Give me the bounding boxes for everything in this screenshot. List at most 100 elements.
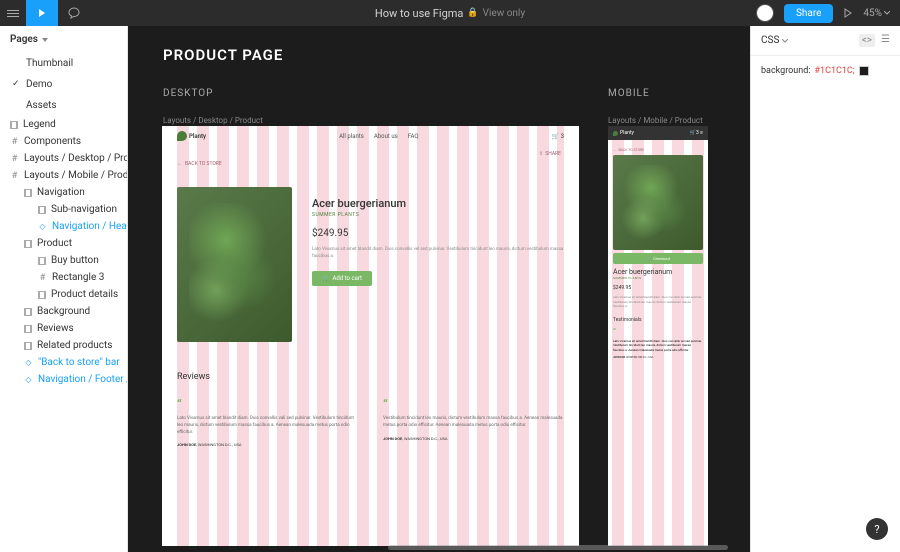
layer-label: Related products — [37, 340, 112, 351]
layer-label: Rectangle 3 — [52, 272, 104, 283]
list-view-icon[interactable]: ☰ — [881, 34, 890, 47]
canvas-title: PRODUCT PAGE — [163, 46, 283, 64]
inspect-panel: CSS <> ☰ background: #1C1C1C; — [750, 26, 900, 552]
review-author: JOHN DOE, WASHINGTON D.C., USA — [383, 436, 564, 441]
layer-label: Product — [37, 238, 72, 249]
product-category: SUMMER PLANTS — [613, 276, 703, 280]
zoom-value: 45% — [863, 8, 882, 19]
desktop-artboard[interactable]: Planty All plants About us FAQ 🛒 3 ← BAC… — [162, 126, 579, 546]
diamond-icon — [24, 358, 33, 367]
layer-row[interactable]: Background — [0, 303, 127, 320]
user-avatar[interactable] — [756, 4, 774, 22]
mobile-header: Planty 🛒3 ≡ — [608, 126, 708, 140]
mobile-artboard[interactable]: Planty 🛒3 ≡ ← BACK TO STORE 🛒 Checkout A… — [608, 126, 708, 546]
back-to-store-link: ← BACK TO STORE — [177, 161, 564, 167]
rect-icon — [24, 240, 32, 248]
rect-icon — [38, 206, 46, 214]
layer-row[interactable]: Navigation — [0, 184, 127, 201]
layer-row[interactable]: Components — [0, 133, 127, 150]
layer-label: Navigation / Head… — [52, 221, 127, 232]
layer-row[interactable]: Buy button — [0, 252, 127, 269]
layer-row[interactable]: Navigation / Footer / … — [0, 371, 127, 388]
css-value: #1C1C1C; — [814, 66, 854, 76]
reviews-heading: Reviews — [177, 372, 564, 382]
play-icon — [37, 8, 47, 18]
view-only-label: View only — [483, 8, 526, 19]
rect-icon — [24, 342, 32, 350]
layer-label: Components — [24, 136, 81, 147]
nav-link: All plants — [339, 133, 364, 140]
layer-label: Layouts / Desktop / Product — [24, 153, 127, 164]
product-name: Acer buergerianum — [312, 197, 564, 210]
review-author: JOHN DOE, WASHINGTON D.C., USA — [177, 442, 358, 447]
present-icon[interactable] — [843, 8, 853, 18]
layer-label: Product details — [51, 289, 118, 300]
main-menu-button[interactable] — [0, 0, 26, 26]
color-swatch — [859, 66, 869, 76]
product-price: $249.95 — [613, 285, 703, 291]
desktop-section-label: DESKTOP — [163, 88, 213, 99]
share-link: ⇪ SHARE — [539, 151, 561, 157]
nav-link: FAQ — [408, 133, 419, 140]
frame-icon — [38, 273, 47, 282]
share-button[interactable]: Share — [784, 4, 833, 23]
product-description: Lato Vivamus sit amet blandit diam. Duis… — [312, 247, 564, 261]
code-language-select[interactable]: CSS — [761, 35, 788, 46]
topbar-left — [0, 0, 90, 26]
lock-icon: 🔒 — [467, 8, 478, 18]
layer-label: Sub-navigation — [51, 204, 117, 215]
rect-icon — [38, 291, 46, 299]
mobile-section-label: MOBILE — [608, 88, 650, 99]
cart-indicator: 🛒3 ≡ — [690, 130, 703, 136]
help-button[interactable]: ? — [866, 518, 888, 540]
layer-row[interactable]: Rectangle 3 — [0, 269, 127, 286]
pages-header[interactable]: Pages — [0, 26, 127, 53]
code-view-icon[interactable]: <> — [859, 34, 875, 47]
desktop-header: Planty All plants About us FAQ 🛒 3 — [162, 126, 579, 146]
layer-row[interactable]: Navigation / Head… — [0, 218, 127, 235]
topbar: How to use Figma 🔒 View only Share 45% — [0, 0, 900, 26]
layer-row[interactable]: Product details — [0, 286, 127, 303]
quote-icon: “ — [383, 397, 564, 411]
layer-row[interactable]: Layouts / Desktop / Product — [0, 150, 127, 167]
layer-label: Buy button — [51, 255, 99, 266]
product-price: $249.95 — [312, 228, 564, 239]
layer-row[interactable]: Sub-navigation — [0, 201, 127, 218]
chevron-down-icon — [782, 39, 788, 43]
layer-row[interactable]: Legend — [0, 116, 127, 133]
layer-row[interactable]: "Back to store" bar — [0, 354, 127, 371]
layer-row[interactable]: Layouts / Mobile / Product — [0, 167, 127, 184]
layer-label: Legend — [23, 119, 56, 130]
reviews-row: “ Lato Vivamus sit amet blandit diam. Du… — [177, 397, 564, 447]
desktop-frame-label[interactable]: Layouts / Desktop / Product — [163, 116, 263, 125]
canvas[interactable]: PRODUCT PAGE DESKTOP MOBILE Layouts / De… — [128, 26, 750, 552]
file-title[interactable]: How to use Figma 🔒 View only — [375, 7, 525, 20]
move-tool-tab[interactable] — [26, 0, 58, 26]
inspect-header: CSS <> ☰ — [751, 26, 900, 56]
comment-tool-tab[interactable] — [58, 0, 90, 26]
layer-label: Layouts / Mobile / Product — [24, 170, 127, 181]
product-name: Acer buergerianum — [613, 268, 703, 276]
zoom-control[interactable]: 45% — [863, 8, 890, 19]
back-to-store-link: ← BACK TO STORE — [613, 148, 703, 152]
rect-icon — [24, 325, 32, 333]
chevron-down-icon — [884, 11, 890, 15]
page-item[interactable]: Assets — [0, 95, 127, 116]
diamond-icon — [38, 222, 47, 231]
horizontal-scrollbar[interactable] — [388, 545, 728, 550]
layer-row[interactable]: Related products — [0, 337, 127, 354]
testimonials-heading: Testimonials — [613, 317, 703, 323]
layer-row[interactable]: Product — [0, 235, 127, 252]
css-property-row[interactable]: background: #1C1C1C; — [751, 56, 900, 86]
comment-icon — [68, 7, 80, 19]
file-name: How to use Figma — [375, 7, 463, 20]
page-item[interactable]: Demo — [0, 74, 127, 95]
diamond-icon — [24, 375, 33, 384]
page-item[interactable]: Thumbnail — [0, 53, 127, 74]
nav-links: All plants About us FAQ — [339, 133, 419, 140]
rect-icon — [10, 121, 18, 129]
layer-row[interactable]: Reviews — [0, 320, 127, 337]
quote-icon: “ — [613, 328, 703, 336]
hash-icon — [10, 171, 19, 180]
mobile-frame-label[interactable]: Layouts / Mobile / Product — [608, 116, 703, 125]
